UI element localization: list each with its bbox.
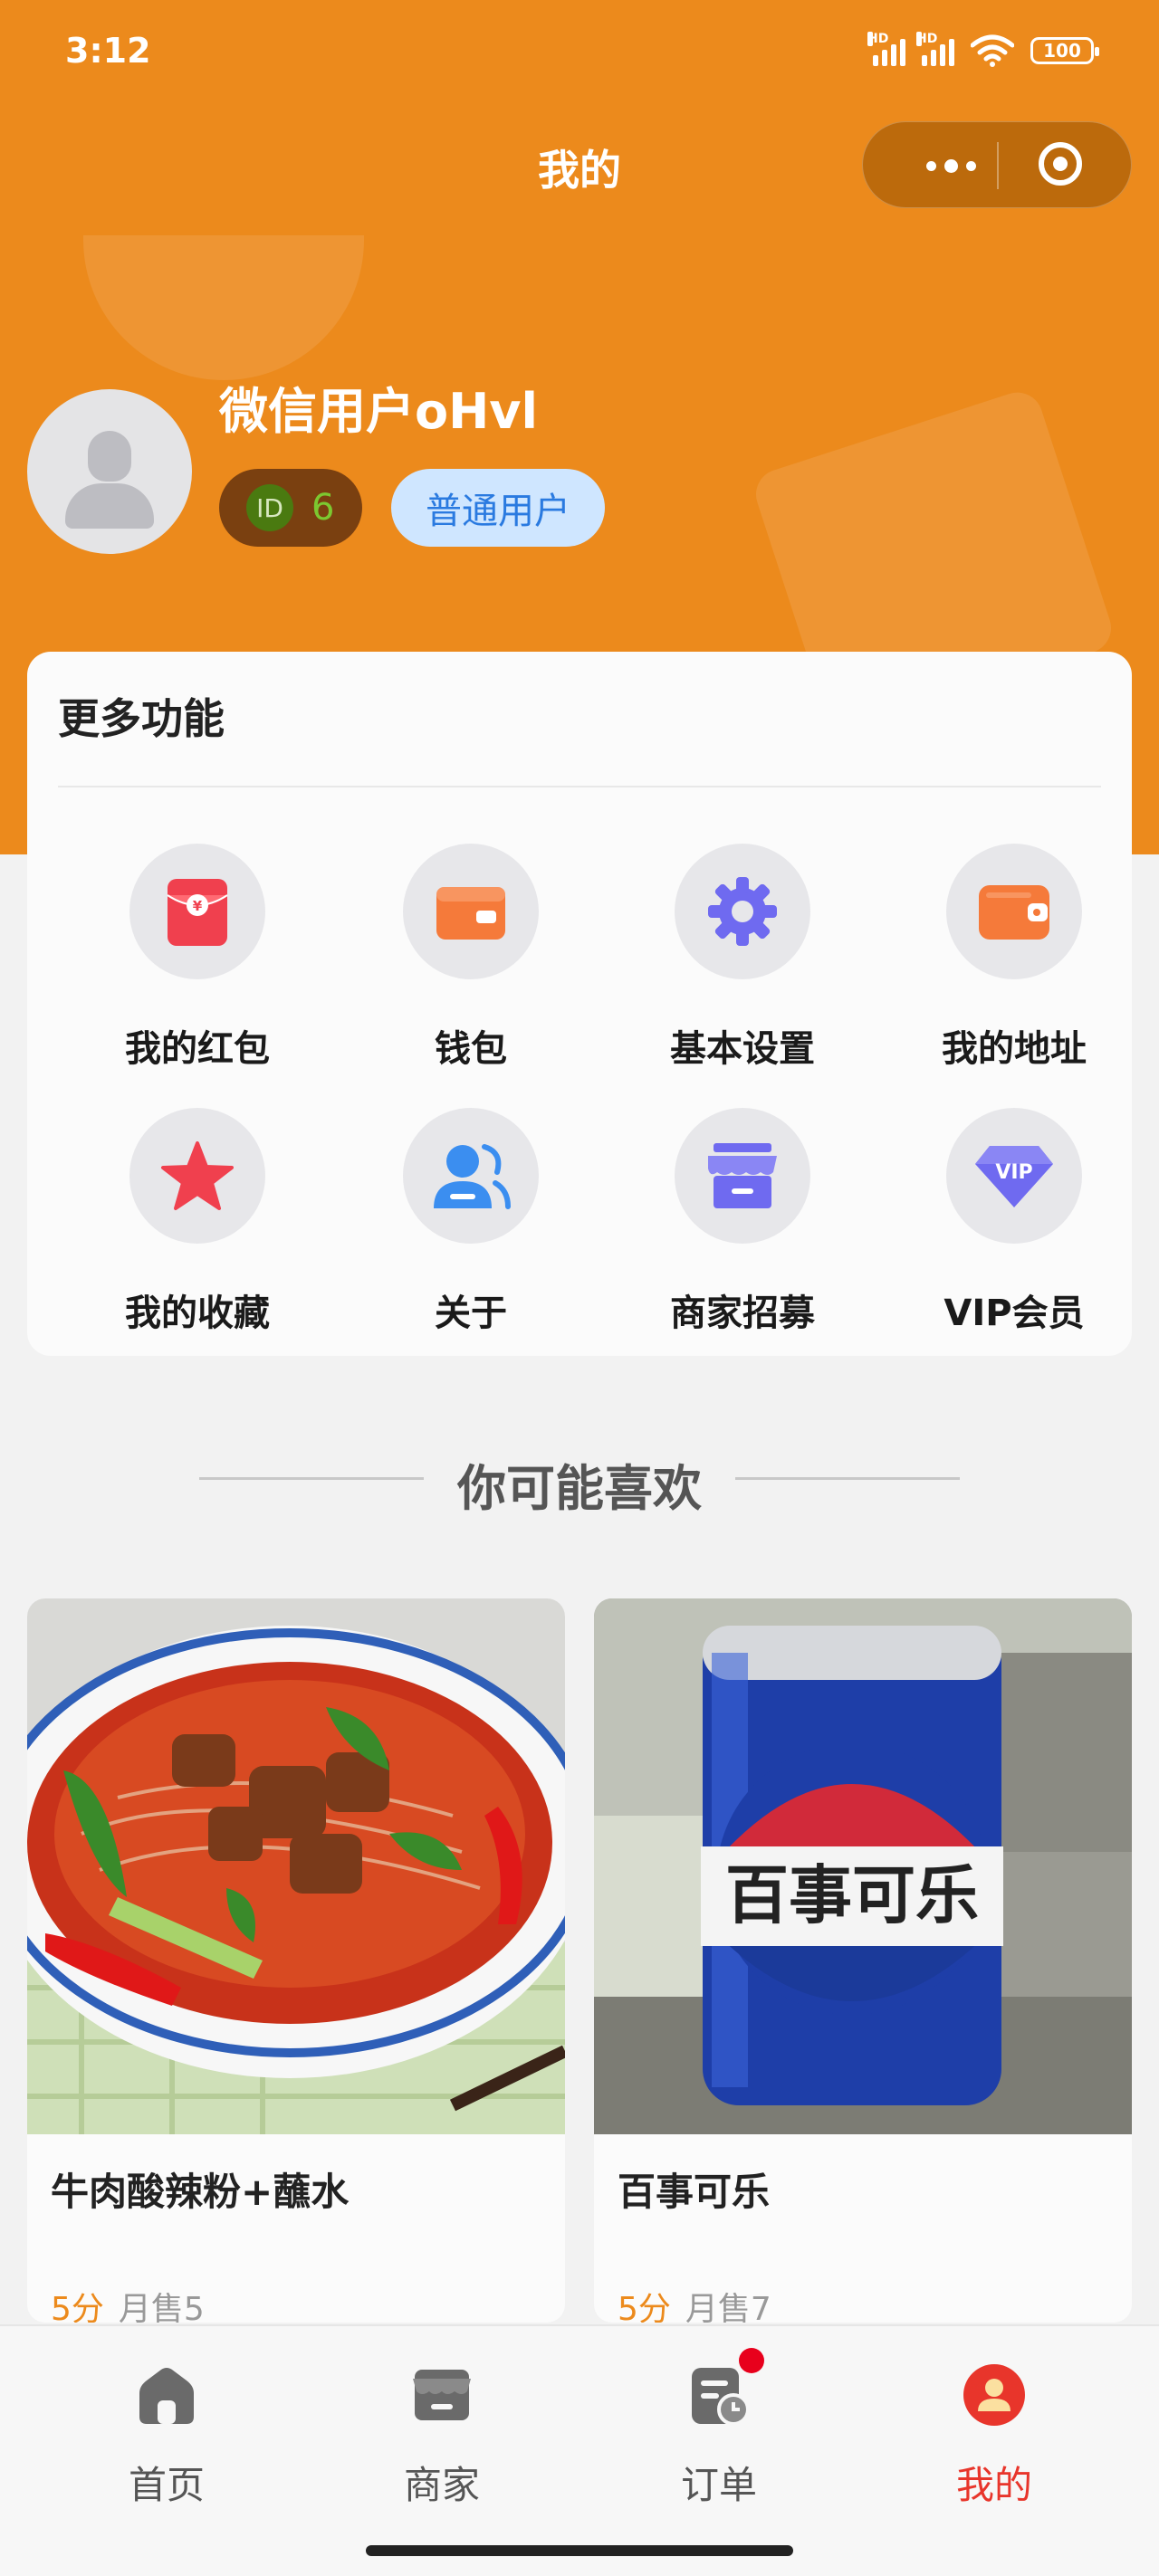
- product-sales: 月售7: [685, 2291, 771, 2323]
- signal-icon: HD: [867, 32, 905, 66]
- product-score: 5分: [51, 2291, 104, 2323]
- section-line-right: [735, 1477, 960, 1480]
- feature-address[interactable]: 我的地址: [878, 844, 1150, 1072]
- home-indicator[interactable]: [366, 2545, 793, 2556]
- decorative-circle: [83, 235, 364, 380]
- notification-dot: [739, 2348, 764, 2373]
- product-card[interactable]: 牛肉酸辣粉+蘸水 5分 月售5: [27, 1598, 565, 2323]
- feature-label: 我的地址: [942, 1028, 1087, 1070]
- more-features-card: 更多功能 ¥ 我的红包 钱包 基本设置 我的地址 我的收藏 关于 商家招募 VI…: [27, 652, 1132, 1356]
- product-sales: 月售5: [118, 2291, 205, 2323]
- feature-vip[interactable]: VIP VIP会员: [878, 1108, 1150, 1336]
- role-badge: 普通用户: [391, 469, 605, 547]
- home-icon: [134, 2362, 199, 2428]
- feature-label: 我的红包: [125, 1028, 270, 1070]
- svg-text:¥: ¥: [193, 898, 203, 914]
- feature-label: 钱包: [435, 1028, 507, 1070]
- feature-label: VIP会员: [943, 1293, 1085, 1334]
- feature-wallet[interactable]: 钱包: [335, 844, 607, 1072]
- product-name: 牛肉酸辣粉+蘸水: [51, 2170, 350, 2214]
- avatar[interactable]: [27, 389, 192, 554]
- product-image: 百事可乐: [594, 1598, 1132, 2134]
- tab-label: 订单: [680, 2463, 757, 2507]
- feature-favorites[interactable]: 我的收藏: [62, 1108, 333, 1336]
- store-icon: [409, 2362, 474, 2428]
- store-icon: [675, 1108, 810, 1244]
- feature-label: 我的收藏: [125, 1293, 270, 1334]
- product-score: 5分: [618, 2291, 671, 2323]
- can-brand-text: 百事可乐: [725, 1858, 979, 1932]
- tab-mine[interactable]: 我的: [895, 2362, 1094, 2510]
- status-bar: 3:12 HD HD 100: [0, 0, 1159, 100]
- card-title: 更多功能: [58, 694, 225, 743]
- svg-text:VIP: VIP: [995, 1161, 1032, 1184]
- signal-icon: HD: [916, 32, 954, 66]
- product-meta: 5分 月售7: [618, 2283, 771, 2323]
- address-wallet-icon: [946, 844, 1082, 979]
- tab-home[interactable]: 首页: [67, 2362, 266, 2510]
- close-target-icon[interactable]: [1039, 142, 1082, 186]
- hd-label: HD: [916, 32, 938, 46]
- feature-label: 商家招募: [670, 1293, 815, 1334]
- id-label: ID: [246, 484, 293, 531]
- username: 微信用户oHvl: [219, 383, 539, 440]
- more-options-button[interactable]: [901, 149, 1001, 182]
- tab-merchant[interactable]: 商家: [342, 2362, 541, 2510]
- tab-label: 商家: [403, 2463, 480, 2507]
- capsule-divider: [997, 142, 999, 189]
- wifi-icon: [971, 34, 1014, 67]
- tab-label: 首页: [128, 2463, 205, 2507]
- product-card[interactable]: 百事可乐 百事可乐 5分 月售7: [594, 1598, 1132, 2323]
- tab-label: 我的: [955, 2463, 1032, 2507]
- wallet-icon: [403, 844, 539, 979]
- feature-about[interactable]: 关于: [335, 1108, 607, 1336]
- product-image: [27, 1598, 565, 2134]
- hd-label: HD: [867, 32, 889, 46]
- feature-red-packet[interactable]: ¥ 我的红包: [62, 844, 333, 1072]
- feature-settings[interactable]: 基本设置: [607, 844, 878, 1072]
- user-id-badge: ID 6: [219, 469, 362, 547]
- section-title: 你可能喜欢: [457, 1460, 702, 1517]
- user-icon: [962, 2362, 1027, 2428]
- id-value: 6: [311, 487, 335, 529]
- mini-program-capsule: [862, 121, 1132, 208]
- tab-orders[interactable]: 订单: [619, 2348, 819, 2510]
- gear-icon: [675, 844, 810, 979]
- divider: [58, 786, 1101, 787]
- feature-label: 关于: [435, 1293, 507, 1334]
- product-name: 百事可乐: [618, 2170, 771, 2214]
- status-time: 3:12: [65, 31, 151, 71]
- bottom-tab-bar: 首页 商家 订单 我的: [0, 2324, 1159, 2576]
- feature-merchant-recruit[interactable]: 商家招募: [607, 1108, 878, 1336]
- red-packet-icon: ¥: [129, 844, 265, 979]
- battery-icon: 100: [1030, 37, 1099, 64]
- vip-diamond-icon: VIP: [946, 1108, 1082, 1244]
- users-icon: [403, 1108, 539, 1244]
- status-icons: HD HD 100: [867, 32, 1099, 67]
- product-meta: 5分 月售5: [51, 2283, 205, 2323]
- order-icon: [686, 2348, 764, 2428]
- feature-label: 基本设置: [670, 1028, 815, 1070]
- star-icon: [129, 1108, 265, 1244]
